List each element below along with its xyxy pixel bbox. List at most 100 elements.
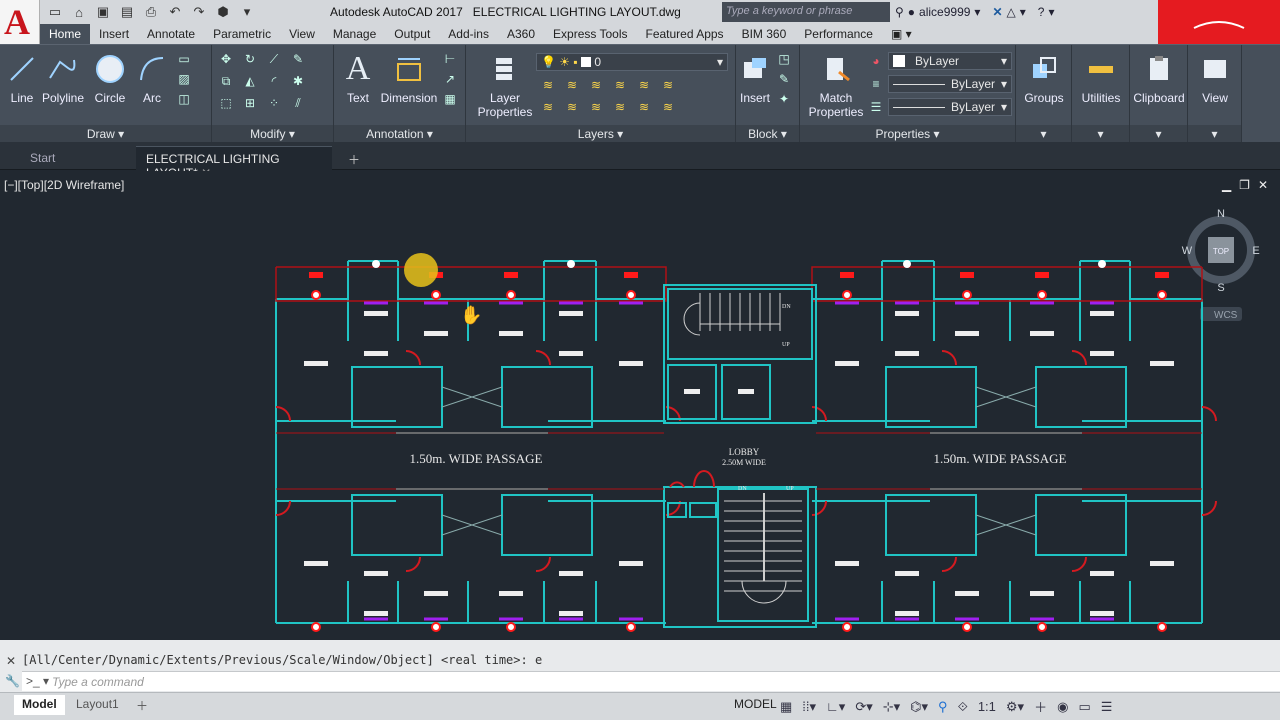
ribbon-tab-annotate[interactable]: Annotate: [138, 24, 204, 44]
clipboard-panel[interactable]: Clipboard ▾: [1130, 45, 1188, 143]
dimension-button[interactable]: Dimension: [380, 47, 438, 105]
open-file-icon[interactable]: ⌂: [70, 3, 88, 21]
array-icon[interactable]: ⁘: [266, 95, 282, 111]
utilities-panel[interactable]: Utilities ▾: [1072, 45, 1130, 143]
match-properties-button[interactable]: Match Properties: [804, 47, 868, 119]
layer-dropdown[interactable]: 💡 ☀ ▪ 0 ▾: [536, 53, 728, 71]
new-file-icon[interactable]: ▭: [46, 3, 64, 21]
circle-button[interactable]: Circle: [90, 47, 130, 105]
osnap-icon[interactable]: ⊹▾: [883, 699, 900, 715]
grid-icon[interactable]: ▦: [780, 699, 792, 715]
search-input[interactable]: Type a keyword or phrase: [722, 2, 890, 22]
ribbon-tab-featured-apps[interactable]: Featured Apps: [637, 24, 733, 44]
chevron-down-icon[interactable]: ▾: [1020, 5, 1026, 19]
draw-panel-title[interactable]: Draw ▾: [0, 125, 211, 143]
groups-expand-icon[interactable]: ▾: [1016, 125, 1071, 143]
layer-tool-12-icon[interactable]: ≋: [660, 99, 676, 115]
annotation-visibility-icon[interactable]: ⚲: [938, 699, 948, 715]
layer-tool-6-icon[interactable]: ≋: [660, 77, 676, 93]
model-tab[interactable]: Model: [14, 695, 65, 715]
isodraft-icon[interactable]: ⌬▾: [910, 699, 928, 715]
add-layout-plus-icon[interactable]: ＋: [128, 695, 156, 715]
layer-tool-1-icon[interactable]: ≋: [540, 77, 556, 93]
attribute-icon[interactable]: ✦: [776, 91, 792, 107]
layer-tool-8-icon[interactable]: ≋: [564, 99, 580, 115]
start-tab[interactable]: Start: [20, 146, 132, 170]
drawing-viewport[interactable]: [−][Top][2D Wireframe] ▁ ❐ ✕ TOP N S E W…: [0, 171, 1280, 640]
table-icon[interactable]: ▦: [442, 91, 458, 107]
scale-icon[interactable]: ⊞: [242, 95, 258, 111]
linear-dim-icon[interactable]: ⊢: [442, 51, 458, 67]
help-icon[interactable]: ?: [1038, 5, 1045, 19]
edit-block-icon[interactable]: ✎: [776, 71, 792, 87]
redo-icon[interactable]: ↷: [190, 3, 208, 21]
chevron-down-icon[interactable]: ▾: [974, 5, 980, 19]
layer-tool-9-icon[interactable]: ≋: [588, 99, 604, 115]
offset-icon[interactable]: ⫽: [290, 95, 306, 111]
mirror-icon[interactable]: ◭: [242, 73, 258, 89]
linetype-icon[interactable]: ≡: [868, 76, 884, 92]
layer-tool-5-icon[interactable]: ≋: [636, 77, 652, 93]
user-name[interactable]: alice9999: [919, 5, 970, 19]
ribbon-tab-bim-360[interactable]: BIM 360: [733, 24, 796, 44]
create-block-icon[interactable]: ◳: [776, 51, 792, 67]
user-icon[interactable]: ●: [908, 5, 915, 19]
ribbon-tab-add-ins[interactable]: Add-ins: [439, 24, 498, 44]
layer-tool-4-icon[interactable]: ≋: [612, 77, 628, 93]
viewcube[interactable]: TOP N S E W WCS: [1182, 208, 1260, 321]
annotation-panel-title[interactable]: Annotation ▾: [334, 125, 465, 143]
ribbon-tab-output[interactable]: Output: [385, 24, 439, 44]
rectangle-icon[interactable]: ▭: [176, 51, 192, 67]
hatch-icon[interactable]: ▨: [176, 71, 192, 87]
rotate-icon[interactable]: ↻: [242, 51, 258, 67]
lineweight-dropdown[interactable]: ByLayer ▾: [888, 98, 1012, 116]
layer-tool-7-icon[interactable]: ≋: [540, 99, 556, 115]
polyline-button[interactable]: Polyline: [40, 47, 86, 105]
app-menu-button[interactable]: A: [0, 0, 40, 44]
ribbon-tab-insert[interactable]: Insert: [90, 24, 138, 44]
color-wheel-icon[interactable]: ◕: [868, 53, 884, 69]
stretch-icon[interactable]: ⬚: [218, 95, 234, 111]
layer-tool-10-icon[interactable]: ≋: [612, 99, 628, 115]
command-input[interactable]: >_ ▾ Type a command: [22, 671, 1280, 691]
save-icon[interactable]: ▣: [94, 3, 112, 21]
region-icon[interactable]: ◫: [176, 91, 192, 107]
ribbon-tab-view[interactable]: View: [280, 24, 324, 44]
leader-icon[interactable]: ↗: [442, 71, 458, 87]
undo-icon[interactable]: ↶: [166, 3, 184, 21]
a360-icon[interactable]: △: [1007, 5, 1016, 19]
plus-icon[interactable]: ＋: [1034, 697, 1047, 716]
scale-value[interactable]: 1:1: [978, 699, 996, 714]
properties-panel-title[interactable]: Properties ▾: [800, 125, 1015, 143]
text-button[interactable]: A Text: [340, 47, 376, 105]
gear-icon[interactable]: ⚙▾: [1006, 699, 1024, 715]
linetype-dropdown[interactable]: ByLayer ▾: [888, 75, 1012, 93]
copy-icon[interactable]: ⧉: [218, 73, 234, 89]
view-panel[interactable]: View ▾: [1188, 45, 1242, 143]
ortho-icon[interactable]: ∟▾: [826, 699, 845, 715]
ribbon-tab-performance[interactable]: Performance: [795, 24, 882, 44]
line-button[interactable]: Line: [4, 47, 40, 105]
command-prompt-icon[interactable]: >_ ▾: [26, 674, 49, 688]
exchange-icon[interactable]: ✕: [992, 5, 1002, 19]
layer-tool-11-icon[interactable]: ≋: [636, 99, 652, 115]
ribbon-tab-parametric[interactable]: Parametric: [204, 24, 280, 44]
ribbon-tab-home[interactable]: Home: [40, 24, 91, 44]
modify-panel-title[interactable]: Modify ▾: [212, 125, 333, 143]
view-expand-icon[interactable]: ▾: [1188, 125, 1241, 143]
arc-button[interactable]: Arc: [134, 47, 170, 105]
plot-icon[interactable]: ⎙: [142, 3, 160, 21]
move-icon[interactable]: ✥: [218, 51, 234, 67]
hardware-accel-icon[interactable]: ▭: [1078, 699, 1090, 715]
layer-tool-2-icon[interactable]: ≋: [564, 77, 580, 93]
fillet-icon[interactable]: ◜: [266, 73, 282, 89]
layer-tool-3-icon[interactable]: ≋: [588, 77, 604, 93]
erase-icon[interactable]: ✎: [290, 51, 306, 67]
ribbon-tab-a360[interactable]: A360: [498, 24, 544, 44]
drawing-tab[interactable]: ELECTRICAL LIGHTING LAYOUT* ✕: [136, 146, 332, 180]
explode-icon[interactable]: ✱: [290, 73, 306, 89]
save-as-icon[interactable]: ▤: [118, 3, 136, 21]
model-space-button[interactable]: MODEL: [726, 695, 785, 715]
close-icon[interactable]: ✕: [6, 654, 16, 668]
trim-icon[interactable]: ⟋: [266, 51, 282, 67]
